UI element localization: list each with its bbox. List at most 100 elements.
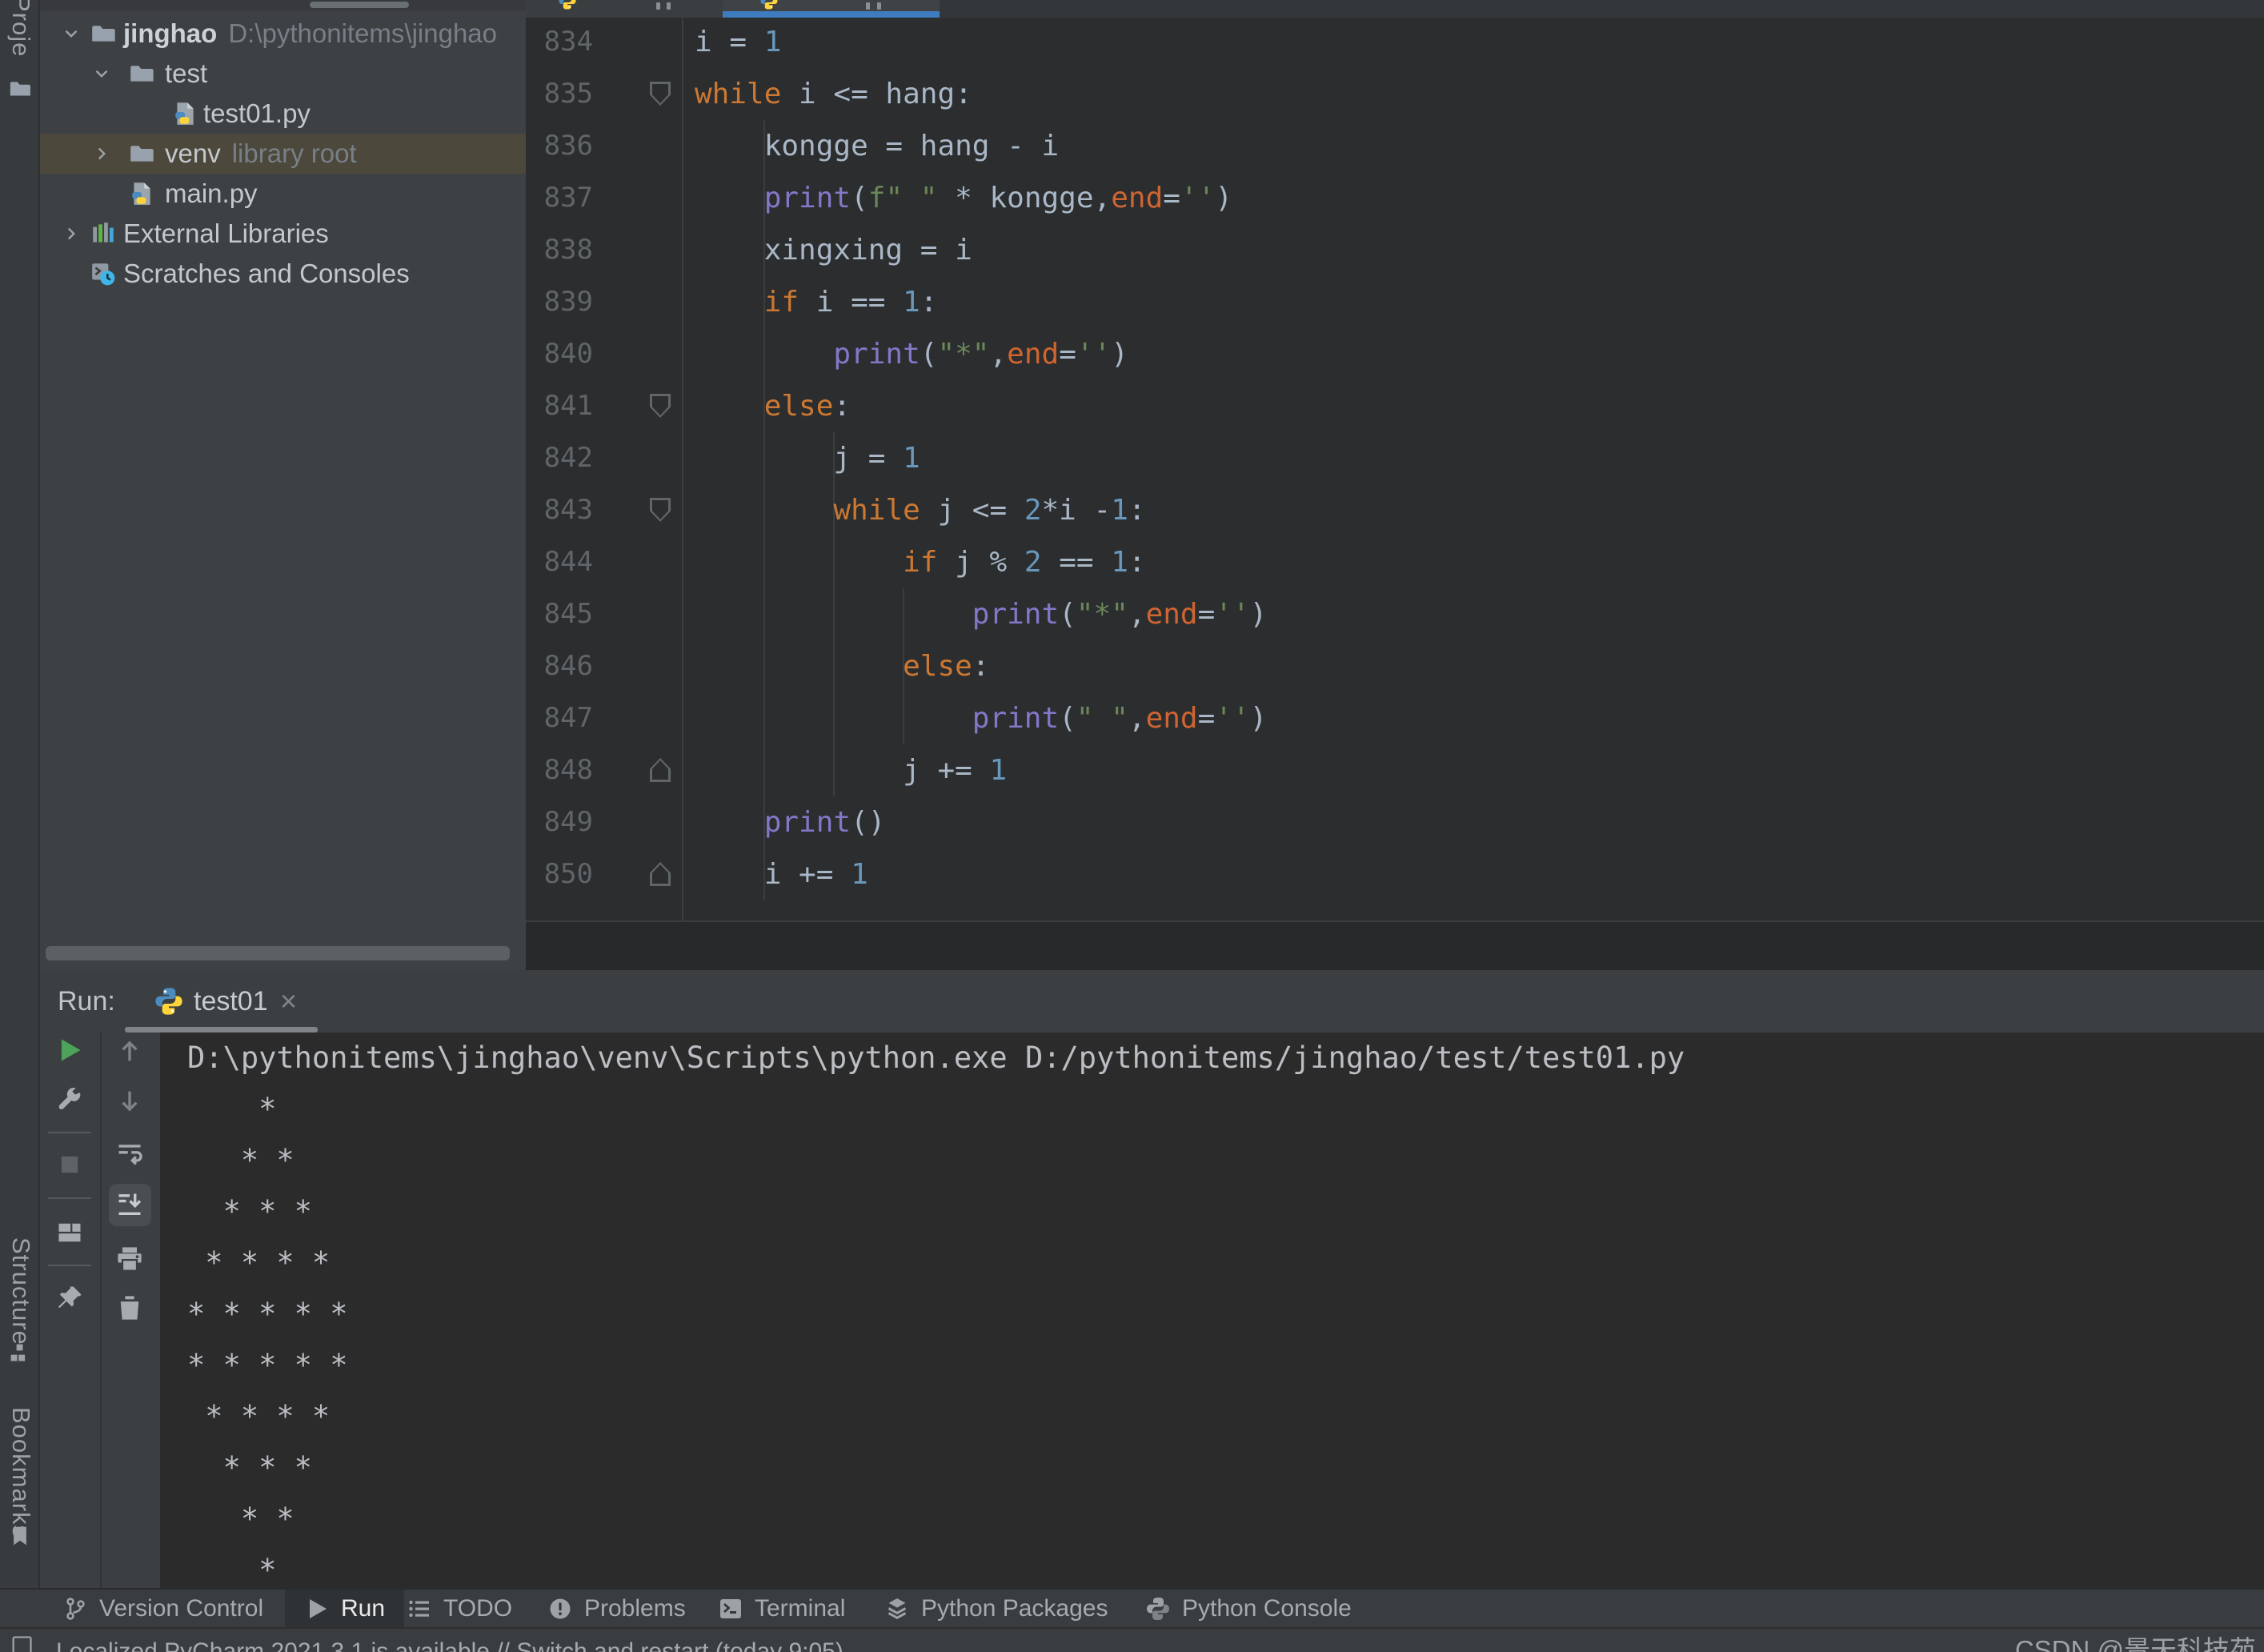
pin-icon[interactable] — [55, 1284, 84, 1313]
toolwindow-button-terminal[interactable]: Terminal — [718, 1590, 845, 1627]
code-line-838[interactable]: xingxing = i — [526, 224, 2264, 276]
close-icon[interactable]: × — [280, 970, 297, 1032]
todo-icon — [407, 1596, 432, 1622]
toolwindow-button-python-console[interactable]: Python Console — [1145, 1590, 1352, 1627]
python-file-icon — [171, 100, 198, 127]
tab-text-remnant — [656, 2, 660, 10]
tree-item-label: Scratches and Consoles — [123, 259, 410, 288]
navigate-up-icon[interactable] — [115, 1037, 144, 1065]
toolwindow-button-version-control[interactable]: Version Control — [62, 1590, 263, 1627]
tree-item-test01-py[interactable]: test01.py — [40, 94, 526, 134]
tree-item-external-libraries[interactable]: External Libraries — [40, 214, 526, 254]
structure-stripe-button[interactable]: Structure — [6, 1237, 35, 1345]
tree-item-label: venv — [165, 138, 221, 168]
folder-icon[interactable] — [8, 77, 32, 101]
fold-marker-up[interactable] — [650, 862, 671, 886]
scroll-to-end-icon — [115, 1190, 144, 1219]
tab-text-remnant — [667, 2, 671, 10]
tree-horizontal-scrollbar[interactable] — [46, 946, 510, 960]
code-line-843[interactable]: while j <= 2*i -1: — [526, 484, 2264, 536]
status-message[interactable]: Localized PyCharm 2021.3.1 is available … — [56, 1638, 843, 1652]
project-toolbar-scrollbar[interactable] — [310, 2, 409, 8]
project-toolbar-cut — [40, 0, 526, 10]
tree-item-venv[interactable]: venv library root — [40, 134, 526, 174]
run-tab[interactable]: test01 — [194, 970, 268, 1032]
tree-item-main-py[interactable]: main.py — [40, 174, 526, 214]
console-output-line: * * * * * — [187, 1297, 348, 1331]
code-line-847[interactable]: print(" ",end='') — [526, 692, 2264, 744]
editor-tab-inactive[interactable] — [526, 0, 723, 18]
code-line-834[interactable]: i = 1 — [526, 16, 2264, 68]
console-output-line: * * — [187, 1502, 295, 1536]
code-line-837[interactable]: print(f" " * kongge,end='') — [526, 172, 2264, 224]
tree-item-scratches-and-consoles[interactable]: Scratches and Consoles — [40, 254, 526, 294]
run-toolwindow-header: Run: test01 × — [40, 970, 2264, 1032]
navigate-down-icon[interactable] — [115, 1087, 144, 1116]
code-line-846[interactable]: else: — [526, 640, 2264, 692]
console-output-line: * * * — [187, 1194, 312, 1229]
project-tree-panel: jinghao D:\pythonitems\jinghao test test01.… — [40, 0, 526, 970]
toolwindow-button-label: Problems — [584, 1594, 686, 1622]
fold-marker-up[interactable] — [650, 758, 671, 782]
folder-icon — [128, 140, 155, 167]
code-line-848[interactable]: j += 1 — [526, 744, 2264, 796]
bookmark-icon[interactable] — [9, 1525, 31, 1547]
python-icon — [558, 0, 577, 10]
console-output-line: * * — [187, 1143, 295, 1177]
clear-all-icon[interactable] — [115, 1293, 144, 1322]
code-line-840[interactable]: print("*",end='') — [526, 328, 2264, 380]
console-output-line: * * * * — [187, 1245, 331, 1280]
code-line-849[interactable]: print() — [526, 796, 2264, 848]
tree-item-test[interactable]: test — [40, 54, 526, 94]
tab-text-remnant — [877, 2, 881, 10]
print-icon[interactable] — [115, 1245, 144, 1273]
toolwindow-button-label: Python Packages — [921, 1594, 1108, 1622]
toolbar-separator — [48, 1132, 91, 1133]
run-console[interactable]: D:\pythonitems\jinghao\venv\Scripts\pyth… — [160, 1032, 2264, 1588]
play-gray-icon — [304, 1596, 330, 1622]
python-icon — [759, 0, 779, 10]
run-label: Run: — [58, 986, 115, 1016]
code-editor[interactable]: 834 835 836 837 838 839 840 841 842 843 844 845 846 8… — [526, 0, 2264, 970]
notification-window-icon[interactable] — [11, 1634, 34, 1652]
chevron-down-icon[interactable] — [91, 63, 112, 84]
tree-item-jinghao[interactable]: jinghao D:\pythonitems\jinghao — [40, 14, 526, 54]
code-line-835[interactable]: while i <= hang: — [526, 68, 2264, 120]
code-line-844[interactable]: if j % 2 == 1: — [526, 536, 2264, 588]
problems-icon — [547, 1596, 573, 1622]
toolwindow-button-python-packages[interactable]: Python Packages — [884, 1590, 1108, 1627]
run-icon[interactable] — [55, 1036, 84, 1065]
python-file-icon — [128, 180, 155, 207]
scroll-to-end-button[interactable] — [109, 1184, 151, 1226]
toolbar-separator — [48, 1265, 91, 1266]
fold-marker-down[interactable] — [650, 498, 671, 522]
folder-icon — [128, 60, 155, 87]
code-line-850[interactable]: i += 1 — [526, 848, 2264, 900]
code-line-836[interactable]: kongge = hang - i — [526, 120, 2264, 172]
chevron-right-icon[interactable] — [61, 223, 82, 244]
project-stripe-button[interactable]: Proje — [6, 0, 35, 72]
restore-layout-icon[interactable] — [55, 1218, 84, 1247]
editor-hscrollbar-track[interactable] — [526, 920, 2264, 970]
left-tool-stripe: Proje Structure Bookmarks — [0, 0, 40, 1588]
code-line-842[interactable]: j = 1 — [526, 432, 2264, 484]
edit-configuration-icon[interactable] — [55, 1085, 84, 1113]
structure-icon[interactable] — [9, 1341, 31, 1364]
toolwindow-button-run[interactable]: Run — [285, 1590, 405, 1627]
code-line-841[interactable]: else: — [526, 380, 2264, 432]
chevron-right-icon[interactable] — [91, 143, 112, 164]
python-gray-icon — [1145, 1596, 1171, 1622]
code-line-845[interactable]: print("*",end='') — [526, 588, 2264, 640]
fold-marker-down[interactable] — [650, 82, 671, 106]
bookmarks-stripe-button[interactable]: Bookmarks — [6, 1407, 35, 1538]
tree-item-secondary: library root — [231, 138, 357, 168]
code-line-839[interactable]: if i == 1: — [526, 276, 2264, 328]
toolwindow-button-problems[interactable]: Problems — [547, 1590, 686, 1627]
chevron-down-icon[interactable] — [61, 23, 82, 44]
toolwindow-button-todo[interactable]: TODO — [407, 1590, 512, 1627]
stop-icon[interactable] — [55, 1150, 84, 1179]
console-output-line: * * * * — [187, 1399, 331, 1433]
fold-marker-down[interactable] — [650, 394, 671, 418]
soft-wrap-icon[interactable] — [115, 1140, 144, 1169]
toolwindow-button-label: Terminal — [755, 1594, 846, 1622]
